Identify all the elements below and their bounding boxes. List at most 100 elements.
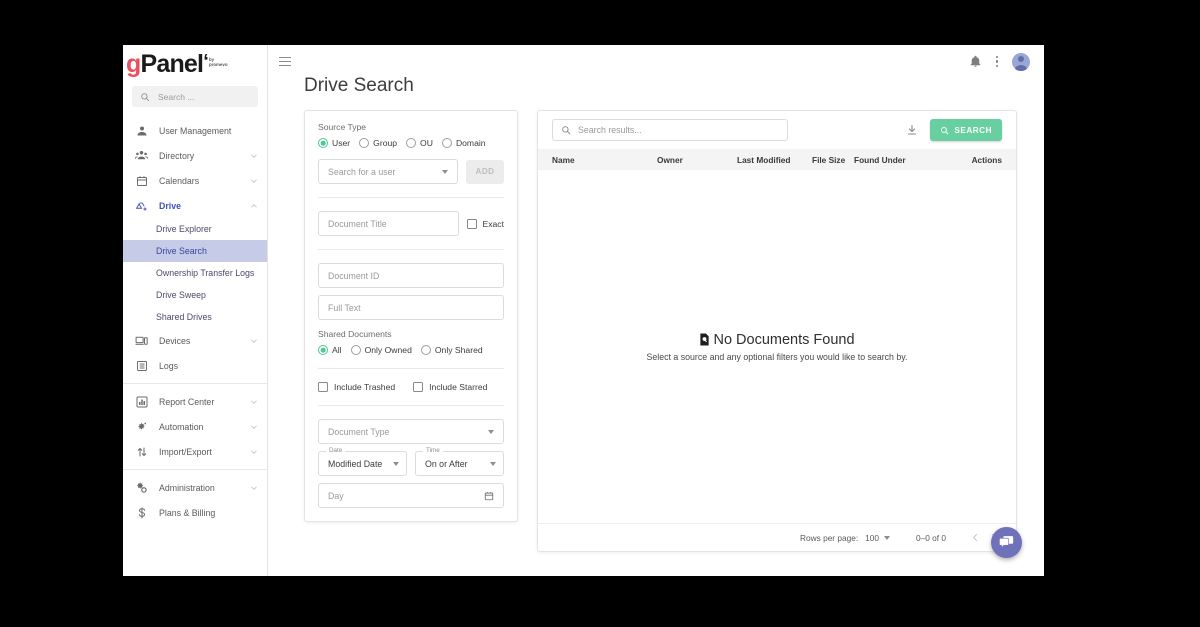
- source-type-radio-group: User Group OU Domain: [318, 138, 504, 148]
- sidebar-item-plans-billing[interactable]: Plans & Billing: [123, 500, 267, 525]
- exact-checkbox[interactable]: Exact: [467, 219, 505, 229]
- user-select[interactable]: Search for a user: [318, 159, 458, 184]
- radio-source-ou[interactable]: OU: [406, 138, 433, 148]
- content-area: Source Type User Group OU: [268, 110, 1044, 576]
- document-type-select[interactable]: Document Type: [318, 419, 504, 444]
- admin-gear-icon: [135, 481, 148, 494]
- sidebar-item-drive-explorer[interactable]: Drive Explorer: [123, 218, 267, 240]
- chevron-down-icon: [488, 430, 494, 434]
- divider: [318, 197, 504, 198]
- sidebar-item-report-center[interactable]: Report Center: [123, 389, 267, 414]
- avatar[interactable]: [1012, 53, 1030, 71]
- sidebar-item-ownership-transfer-logs[interactable]: Ownership Transfer Logs: [123, 262, 267, 284]
- document-icon: [699, 333, 710, 346]
- logo-tick: ‘: [203, 52, 208, 72]
- sub-item-label: Drive Sweep: [156, 290, 206, 300]
- radio-source-domain[interactable]: Domain: [442, 138, 486, 148]
- sidebar-item-directory[interactable]: Directory: [123, 143, 267, 168]
- sidebar-item-automation[interactable]: Automation: [123, 414, 267, 439]
- rows-per-page-label: Rows per page:: [800, 533, 858, 543]
- sidebar-item-label: Plans & Billing: [159, 508, 258, 518]
- rows-per-page-select[interactable]: 100: [865, 533, 890, 543]
- time-select-label: Time: [423, 447, 443, 454]
- date-time-row: Date Modified Date Time On or After: [318, 451, 504, 476]
- sidebar-item-label: Directory: [159, 151, 239, 161]
- sidebar-item-label: Report Center: [159, 397, 239, 407]
- full-text-input[interactable]: Full Text: [318, 295, 504, 320]
- date-select-value: Modified Date: [328, 459, 393, 469]
- radio-shared-only-owned[interactable]: Only Owned: [351, 345, 412, 355]
- divider: [318, 405, 504, 406]
- sidebar-item-shared-drives[interactable]: Shared Drives: [123, 306, 267, 328]
- app-logo[interactable]: gPanel‘ bypromevo: [123, 45, 267, 83]
- type-date-filters: Document Type Date Modified Date Time On…: [318, 419, 504, 508]
- download-icon[interactable]: [904, 122, 920, 138]
- date-select[interactable]: Date Modified Date: [318, 451, 407, 476]
- sidebar-search-placeholder: Search ...: [158, 92, 194, 102]
- include-starred-checkbox[interactable]: Include Starred: [413, 382, 487, 392]
- column-header-name[interactable]: Name: [552, 155, 657, 165]
- results-toolbar: Search results... SEARCH: [538, 111, 1016, 149]
- sidebar-item-logs[interactable]: Logs: [123, 353, 267, 378]
- column-header-file-size[interactable]: File Size: [812, 155, 854, 165]
- checkbox-label: Exact: [483, 219, 505, 229]
- sidebar-item-label: Import/Export: [159, 447, 239, 457]
- sidebar-item-drive-sweep[interactable]: Drive Sweep: [123, 284, 267, 306]
- chart-icon: [135, 395, 148, 408]
- sub-item-label: Ownership Transfer Logs: [156, 268, 254, 278]
- radio-source-group[interactable]: Group: [359, 138, 397, 148]
- drive-subnav: Drive Explorer Drive Search Ownership Tr…: [123, 218, 267, 328]
- chevron-down-icon: [250, 152, 258, 160]
- pagination-range: 0–0 of 0: [916, 533, 946, 543]
- sub-item-label: Drive Explorer: [156, 224, 212, 234]
- sidebar-item-drive[interactable]: Drive: [123, 193, 267, 218]
- sidebar-search-input[interactable]: Search ...: [132, 86, 258, 107]
- empty-state-title: No Documents Found: [713, 332, 854, 348]
- previous-page-button[interactable]: [966, 529, 984, 547]
- search-results-input[interactable]: Search results...: [552, 119, 788, 141]
- text-filters: Document ID Full Text: [318, 263, 504, 320]
- sidebar-item-user-management[interactable]: User Management: [123, 118, 267, 143]
- logs-icon: [135, 359, 148, 372]
- sidebar-nav: User Management Directory Calendars: [123, 115, 267, 576]
- document-title-input[interactable]: Document Title: [318, 211, 459, 236]
- time-select-value: On or After: [425, 459, 490, 469]
- hamburger-icon[interactable]: [279, 57, 291, 66]
- column-header-owner[interactable]: Owner: [657, 155, 737, 165]
- automation-icon: [135, 420, 148, 433]
- date-select-label: Date: [326, 447, 345, 454]
- full-text-placeholder: Full Text: [328, 303, 494, 313]
- chevron-left-icon: [971, 533, 980, 542]
- include-trashed-checkbox[interactable]: Include Trashed: [318, 382, 395, 392]
- user-select-value: Search for a user: [328, 167, 442, 177]
- sidebar-item-import-export[interactable]: Import/Export: [123, 439, 267, 464]
- radio-source-user[interactable]: User: [318, 138, 350, 148]
- sidebar-item-calendars[interactable]: Calendars: [123, 168, 267, 193]
- column-header-last-modified[interactable]: Last Modified: [737, 155, 812, 165]
- app-window: gPanel‘ bypromevo Search ... User Manage…: [123, 45, 1044, 576]
- sidebar-item-drive-search[interactable]: Drive Search: [123, 240, 267, 262]
- column-header-actions: Actions: [952, 155, 1002, 165]
- page-title: Drive Search: [268, 75, 1044, 97]
- time-select[interactable]: Time On or After: [415, 451, 504, 476]
- sidebar-item-administration[interactable]: Administration: [123, 475, 267, 500]
- sidebar-item-label: Calendars: [159, 176, 239, 186]
- radio-shared-all[interactable]: All: [318, 345, 342, 355]
- document-type-value: Document Type: [328, 427, 488, 437]
- calendar-icon[interactable]: [484, 491, 494, 501]
- empty-state-title-row: No Documents Found: [699, 332, 854, 348]
- radio-label: Only Shared: [435, 345, 483, 355]
- column-header-found-under[interactable]: Found Under: [854, 155, 952, 165]
- bell-icon[interactable]: [969, 55, 982, 68]
- chat-fab-button[interactable]: [991, 527, 1022, 558]
- search-icon: [140, 92, 150, 102]
- radio-shared-only-shared[interactable]: Only Shared: [421, 345, 483, 355]
- add-button[interactable]: ADD: [466, 160, 504, 184]
- checkbox-label: Include Starred: [429, 382, 487, 392]
- search-button[interactable]: SEARCH: [930, 119, 1002, 141]
- sidebar-item-devices[interactable]: Devices: [123, 328, 267, 353]
- more-vertical-icon[interactable]: [992, 54, 1002, 69]
- chevron-down-icon: [250, 398, 258, 406]
- day-date-input[interactable]: Day: [318, 483, 504, 508]
- document-id-input[interactable]: Document ID: [318, 263, 504, 288]
